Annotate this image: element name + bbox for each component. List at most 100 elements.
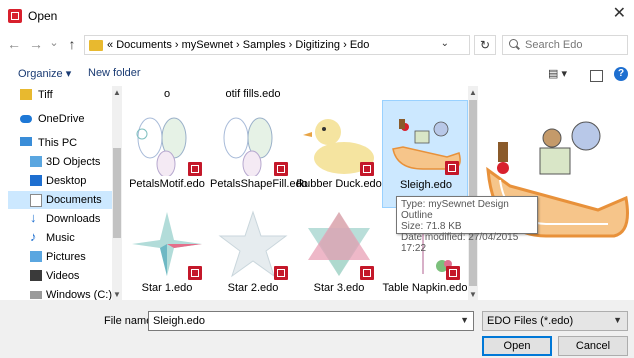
file-label: Table Napkin.edo xyxy=(382,282,468,294)
file-list-scrollbar-thumb[interactable] xyxy=(469,100,477,286)
breadcrumb-separator[interactable]: › xyxy=(175,39,179,51)
sidebar-item-pictures[interactable]: Pictures xyxy=(8,248,118,266)
breadcrumb-separator[interactable]: › xyxy=(236,39,240,51)
preview-pane xyxy=(480,86,634,300)
folder-icon xyxy=(20,89,32,100)
sidebar-item-onedrive[interactable]: OneDrive xyxy=(8,110,118,128)
file-type-select[interactable]: EDO Files (*.edo) ▼ xyxy=(482,311,628,331)
file-tile-petalsmotif[interactable]: PetalsMotif.edo xyxy=(124,100,210,208)
sidebar-item-desktop[interactable]: Desktop xyxy=(8,172,118,190)
file-tile-sleigh[interactable]: Sleigh.edo xyxy=(382,100,468,208)
file-tile-rubber-duck[interactable]: Rubber Duck.edo xyxy=(296,100,382,208)
sidebar-scrollbar-thumb[interactable] xyxy=(113,148,121,238)
file-label: PetalsMotif.edo xyxy=(129,178,205,190)
scroll-down-icon[interactable]: ▼ xyxy=(468,290,478,299)
breadcrumb-samples[interactable]: Samples xyxy=(243,39,286,51)
app-icon xyxy=(8,9,22,23)
breadcrumb-overflow[interactable]: « xyxy=(107,39,113,51)
file-list: o otif fills.edo PetalsMotif.edo PetalsS… xyxy=(124,86,468,300)
computer-icon xyxy=(20,137,32,146)
file-info-tooltip: Type: mySewnet Design Outline Size: 71.8… xyxy=(396,196,538,254)
breadcrumb-digitizing[interactable]: Digitizing xyxy=(295,39,340,51)
tooltip-date: Date modified: 27/04/2015 17:22 xyxy=(401,232,519,254)
file-tile-star2[interactable]: Star 2.edo xyxy=(210,204,296,300)
close-icon[interactable]: ✕ xyxy=(613,6,626,22)
file-label: Sleigh.edo xyxy=(400,179,452,191)
video-icon xyxy=(30,270,42,281)
edo-file-badge-icon xyxy=(446,266,460,280)
file-label[interactable]: otif fills.edo xyxy=(210,88,296,100)
sleigh-preview-image xyxy=(486,121,629,238)
edo-file-badge-icon xyxy=(274,266,288,280)
pictures-icon xyxy=(30,251,42,262)
refresh-button[interactable]: ↻ xyxy=(474,35,496,55)
breadcrumb-documents[interactable]: Documents xyxy=(116,39,172,51)
file-tile-petalsshapefill[interactable]: PetalsShapeFill.edo xyxy=(210,100,308,208)
edo-file-badge-icon xyxy=(360,162,374,176)
folder-icon xyxy=(89,40,103,51)
breadcrumb-separator[interactable]: › xyxy=(289,39,293,51)
file-name-input[interactable]: Sleigh.edo ▼ xyxy=(148,311,474,331)
sidebar-item-label: Music xyxy=(46,232,75,244)
file-label: Star 1.edo xyxy=(141,282,193,294)
sidebar-item-label: Videos xyxy=(46,270,80,282)
scroll-down-icon[interactable]: ▼ xyxy=(112,290,122,299)
edo-file-badge-icon xyxy=(188,162,202,176)
sidebar-item-label: Downloads xyxy=(46,213,101,225)
file-label: PetalsShapeFill.edo xyxy=(210,178,308,190)
file-tile-star3[interactable]: Star 3.edo xyxy=(296,204,382,300)
sidebar-item-label: Pictures xyxy=(46,251,86,263)
download-icon: ↓ xyxy=(30,210,37,225)
preview-pane-icon[interactable] xyxy=(590,70,603,82)
edo-file-badge-icon xyxy=(188,266,202,280)
sidebar-item-label: OneDrive xyxy=(38,113,85,125)
breadcrumb-edo[interactable]: Edo xyxy=(350,39,370,51)
music-icon: ♪ xyxy=(30,229,37,244)
edo-file-badge-icon xyxy=(360,266,374,280)
toolbar: Organize ▾ New folder ▤ ▾ ? xyxy=(0,62,634,86)
address-bar[interactable]: « Documents › mySewnet › Samples › Digit… xyxy=(84,35,470,55)
search-input[interactable]: Search Edo xyxy=(502,35,628,55)
sidebar-item-3d-objects[interactable]: 3D Objects xyxy=(8,153,118,171)
sidebar-item-documents[interactable]: Documents xyxy=(8,191,118,209)
window-title: Open xyxy=(28,9,58,23)
view-options-icon[interactable]: ▤ ▾ xyxy=(548,67,567,80)
sidebar-item-tiff[interactable]: Tiff xyxy=(8,86,118,104)
sidebar-item-label: This PC xyxy=(38,137,78,149)
up-arrow-icon[interactable]: ↑ xyxy=(64,36,80,52)
scroll-up-icon[interactable]: ▲ xyxy=(468,88,478,97)
forward-arrow-icon[interactable]: → xyxy=(28,36,44,52)
tooltip-type: Type: mySewnet Design Outline xyxy=(401,199,509,221)
file-label: Star 2.edo xyxy=(227,282,279,294)
cloud-icon xyxy=(20,115,32,123)
open-button[interactable]: Open xyxy=(482,336,552,356)
chevron-down-icon[interactable]: ▼ xyxy=(460,315,469,325)
chevron-down-icon: ▼ xyxy=(613,315,622,325)
back-arrow-icon[interactable]: ← xyxy=(6,36,22,52)
drive-icon xyxy=(30,291,42,299)
edo-file-badge-icon xyxy=(274,162,288,176)
cancel-button[interactable]: Cancel xyxy=(558,336,628,356)
sidebar-item-music[interactable]: ♪ Music xyxy=(8,229,118,247)
file-label[interactable]: o xyxy=(124,88,210,100)
chevron-down-icon[interactable]: ⌄ xyxy=(441,38,449,49)
sidebar-item-this-pc[interactable]: This PC xyxy=(8,134,118,152)
sidebar-item-label: 3D Objects xyxy=(46,156,101,168)
navigation-pane: Tiff OneDrive This PC 3D Objects Desktop… xyxy=(0,86,122,301)
help-icon[interactable]: ? xyxy=(614,67,628,81)
breadcrumb-separator[interactable]: › xyxy=(343,39,347,51)
organize-button[interactable]: Organize ▾ xyxy=(18,67,71,80)
sidebar-item-downloads[interactable]: ↓ Downloads xyxy=(8,210,118,228)
search-placeholder: Search Edo xyxy=(525,39,583,51)
sidebar-item-videos[interactable]: Videos xyxy=(8,267,118,285)
scroll-up-icon[interactable]: ▲ xyxy=(112,88,122,97)
file-label: Star 3.edo xyxy=(313,282,365,294)
file-tile-star1[interactable]: Star 1.edo xyxy=(124,204,210,300)
breadcrumb-mysewnet[interactable]: mySewnet xyxy=(182,39,233,51)
file-type-value: EDO Files (*.edo) xyxy=(487,315,574,327)
new-folder-button[interactable]: New folder xyxy=(88,67,141,79)
recent-locations-icon[interactable]: ⌄ xyxy=(46,36,62,49)
breadcrumb: « Documents › mySewnet › Samples › Digit… xyxy=(107,39,369,51)
tooltip-size: Size: 71.8 KB xyxy=(401,221,462,232)
dialog-footer: File name: Sleigh.edo ▼ EDO Files (*.edo… xyxy=(0,300,634,358)
